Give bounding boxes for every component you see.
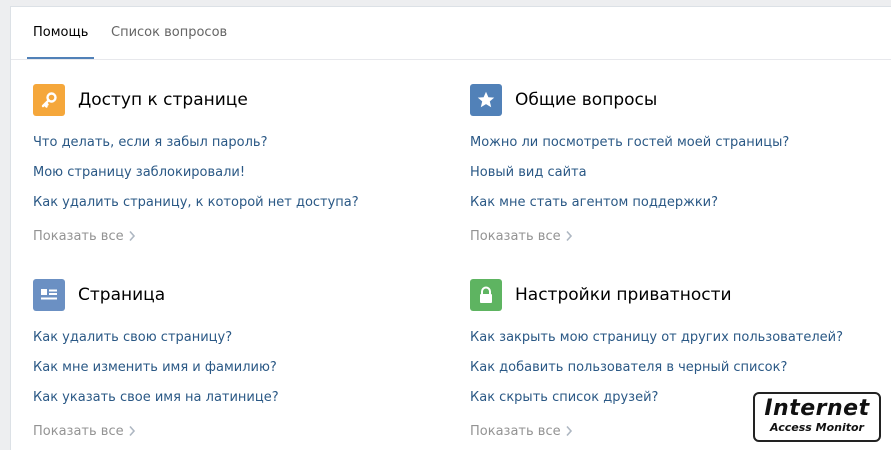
lock-icon (470, 279, 502, 311)
question-link[interactable]: Как удалить свою страницу? (33, 323, 453, 353)
tab-questions-list[interactable]: Список вопросов (111, 7, 227, 58)
chevron-right-icon (129, 425, 135, 437)
section-general-questions: Общие вопросы Можно ли посмотреть гостей… (470, 84, 890, 251)
question-link[interactable]: Как закрыть мою страницу от других польз… (470, 323, 890, 353)
watermark-title: Internet (764, 396, 870, 421)
question-link[interactable]: Как удалить страницу, к которой нет дост… (33, 188, 453, 218)
chevron-right-icon (566, 230, 572, 242)
show-all-label: Показать все (33, 228, 124, 244)
watermark-subtitle: Access Monitor (770, 421, 864, 434)
show-all-link[interactable]: Показать все (33, 221, 453, 251)
chevron-right-icon (129, 230, 135, 242)
show-all-link[interactable]: Показать все (33, 416, 453, 446)
section-title: Страница (78, 285, 166, 305)
section-page: Страница Как удалить свою страницу? Как … (33, 279, 453, 446)
profile-icon (33, 279, 65, 311)
show-all-label: Показать все (33, 423, 124, 439)
tab-bar: Помощь Список вопросов (11, 7, 891, 60)
question-link[interactable]: Что делать, если я забыл пароль? (33, 128, 453, 158)
section-title: Доступ к странице (78, 90, 248, 110)
show-all-link[interactable]: Показать все (470, 221, 890, 251)
question-link[interactable]: Можно ли посмотреть гостей моей страницы… (470, 128, 890, 158)
question-link[interactable]: Как указать свое имя на латинице? (33, 383, 453, 413)
question-link[interactable]: Как мне стать агентом поддержки? (470, 188, 890, 218)
watermark-logo: Internet Access Monitor (753, 392, 881, 442)
chevron-right-icon (566, 425, 572, 437)
question-link[interactable]: Как мне изменить имя и фамилию? (33, 353, 453, 383)
section-title: Общие вопросы (515, 90, 658, 110)
section-page-access: Доступ к странице Что делать, если я заб… (33, 84, 453, 251)
tab-help[interactable]: Помощь (26, 7, 95, 59)
question-link[interactable]: Мою страницу заблокировали! (33, 158, 453, 188)
question-link[interactable]: Новый вид сайта (470, 158, 890, 188)
key-icon (33, 84, 65, 116)
section-title: Настройки приватности (515, 285, 732, 305)
star-icon (470, 84, 502, 116)
question-link[interactable]: Как добавить пользователя в черный списо… (470, 353, 890, 383)
show-all-label: Показать все (470, 423, 561, 439)
show-all-label: Показать все (470, 228, 561, 244)
